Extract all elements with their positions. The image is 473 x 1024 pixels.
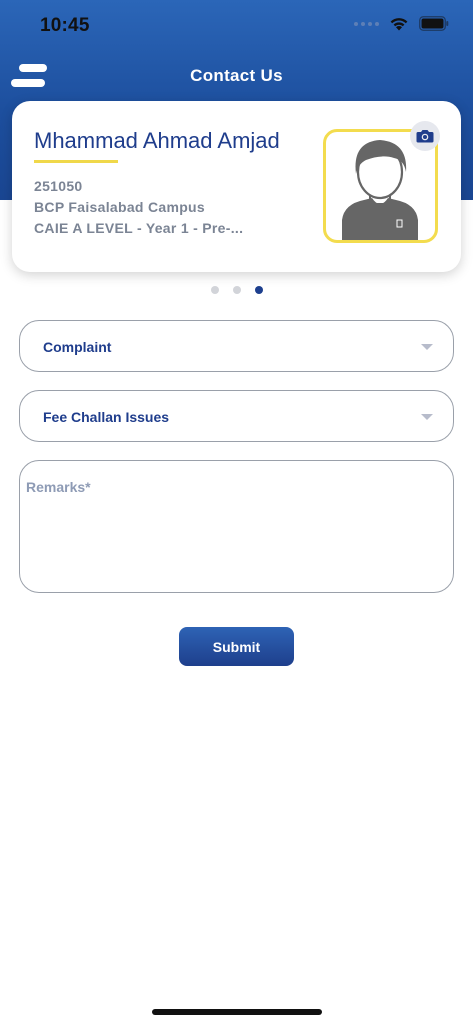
camera-icon <box>416 130 434 143</box>
camera-button[interactable] <box>410 121 440 151</box>
program-name: CAIE A LEVEL - Year 1 - Pre-... <box>34 220 244 236</box>
subcategory-select-value: Fee Challan Issues <box>43 409 170 425</box>
page-title: Contact Us <box>190 66 283 85</box>
category-select-value: Complaint <box>43 339 112 355</box>
pager-dot[interactable] <box>232 286 241 294</box>
pager-dot[interactable] <box>210 286 219 294</box>
battery-icon <box>419 16 449 31</box>
card-pager <box>0 286 473 294</box>
campus-name: BCP Faisalabad Campus <box>34 199 205 215</box>
home-indicator <box>152 1009 322 1015</box>
name-underline-divider <box>34 160 118 163</box>
pager-dot-active[interactable] <box>254 286 263 294</box>
student-name: Mhammad Ahmad Amjad <box>34 128 280 153</box>
category-select[interactable]: Complaint <box>19 320 454 372</box>
chevron-down-icon <box>421 344 433 350</box>
remarks-field[interactable] <box>19 460 454 593</box>
cellular-signal-icon <box>354 21 379 26</box>
student-id: 251050 <box>34 178 83 194</box>
status-time: 10:45 <box>40 15 90 36</box>
submit-button[interactable]: Submit <box>179 627 294 666</box>
wifi-icon <box>390 18 408 31</box>
chevron-down-icon <box>421 414 433 420</box>
subcategory-select[interactable]: Fee Challan Issues <box>19 390 454 442</box>
remarks-input[interactable] <box>26 479 446 584</box>
status-bar: 10:45 <box>0 0 473 52</box>
student-profile-card[interactable]: Mhammad Ahmad Amjad 251050 BCP Faisalaba… <box>12 101 461 272</box>
status-icons <box>354 16 449 31</box>
